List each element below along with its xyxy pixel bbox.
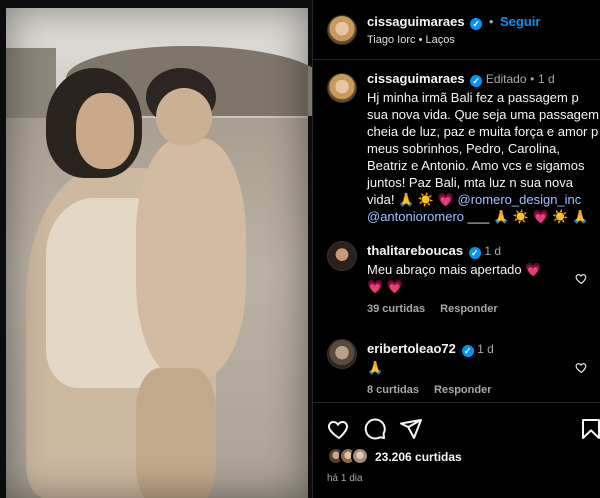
post-media[interactable]	[0, 0, 312, 498]
comments-list[interactable]: cissaguimaraes ✓ Editado • 1 d Hj minha …	[313, 61, 600, 401]
separator-dot: •	[488, 14, 494, 29]
comment-actions: 8 curtidas Responder	[367, 384, 567, 396]
verified-icon: ✓	[470, 75, 483, 87]
audio-line[interactable]: Tiago Iorc • Laços	[367, 34, 455, 46]
comment-item: eribertoleao72 ✓ 1 d 🙏 8 curtidas Respon…	[367, 341, 567, 396]
reply-button[interactable]: Responder	[434, 384, 491, 396]
comment-likes[interactable]: 8 curtidas	[367, 384, 419, 396]
comment-likes[interactable]: 39 curtidas	[367, 303, 425, 315]
comment-avatar[interactable]	[327, 241, 357, 271]
caption-avatar[interactable]	[327, 73, 357, 103]
share-icon[interactable]	[399, 417, 423, 441]
comment-item: thalitareboucas ✓ 1 d Meu abraço mais ap…	[367, 243, 567, 315]
audio-separator: •	[418, 34, 423, 46]
heart-icon[interactable]	[575, 361, 588, 374]
post-side-panel: cissaguimaraes ✓ • Seguir Tiago Iorc • L…	[312, 0, 600, 498]
post-time[interactable]: há 1 dia	[327, 473, 363, 484]
caption-username[interactable]: cissaguimaraes	[367, 71, 465, 86]
likes-count[interactable]: 23.206 curtidas	[375, 450, 462, 464]
comment-text: Meu abraço mais apertado 💗 💗 💗	[367, 261, 567, 295]
verified-icon: ✓	[468, 247, 481, 259]
photo-vignette	[6, 8, 308, 498]
comment-username[interactable]: thalitareboucas	[367, 243, 463, 258]
comment-time[interactable]: 1 d	[484, 244, 501, 258]
separator-dot: •	[530, 72, 535, 86]
comment-text-line1: Meu abraço mais apertado 💗	[367, 262, 542, 277]
comment-actions: 39 curtidas Responder	[367, 303, 567, 315]
caption: cissaguimaraes ✓ Editado • 1 d Hj minha …	[367, 71, 599, 225]
caption-header: cissaguimaraes ✓ Editado • 1 d	[367, 71, 595, 87]
comment-header: thalitareboucas ✓ 1 d	[367, 243, 567, 259]
liker-avatar	[351, 447, 369, 465]
audio-artist[interactable]: Tiago Iorc	[367, 34, 416, 46]
caption-time[interactable]: 1 d	[538, 72, 555, 86]
caption-edited: Editado	[485, 72, 527, 86]
comment-text-line2: 💗 💗	[367, 279, 403, 294]
comment-header: eribertoleao72 ✓ 1 d	[367, 341, 567, 357]
comment-text: 🙏	[367, 360, 384, 375]
post-header: cissaguimaraes ✓ • Seguir Tiago Iorc • L…	[313, 0, 600, 60]
header-top-line: cissaguimaraes ✓ • Seguir	[367, 14, 540, 30]
bookmark-icon[interactable]	[579, 417, 600, 441]
caption-emojis-2: 🙏 ☀️ 💗 ☀️ 🙏	[492, 209, 589, 224]
comment-avatar[interactable]	[327, 339, 357, 369]
post-footer: 23.206 curtidas há 1 dia	[313, 402, 600, 498]
follow-button[interactable]: Seguir	[500, 14, 540, 29]
comment-username[interactable]: eribertoleao72	[367, 341, 456, 356]
author-avatar[interactable]	[327, 15, 357, 45]
reply-button[interactable]: Responder	[440, 303, 497, 315]
caption-trailing: ___	[467, 209, 490, 224]
author-username[interactable]: cissaguimaraes	[367, 14, 465, 29]
comment-icon[interactable]	[363, 417, 387, 441]
mention-antonioromero[interactable]: @antonioromero	[367, 209, 464, 224]
heart-icon[interactable]	[575, 272, 588, 285]
audio-track[interactable]: Laços	[426, 34, 455, 46]
caption-emojis-1: 🙏 ☀️ 💗	[398, 192, 454, 207]
caption-body: Hj minha irmã Bali fez a passagem p sua …	[367, 90, 599, 207]
heart-icon[interactable]	[327, 417, 351, 441]
caption-text: Hj minha irmã Bali fez a passagem p sua …	[367, 89, 600, 225]
verified-icon: ✓	[461, 345, 474, 357]
mention-romero-design[interactable]: @romero_design_inc	[458, 192, 582, 207]
comment-time[interactable]: 1 d	[477, 342, 494, 356]
verified-icon: ✓	[470, 18, 483, 30]
